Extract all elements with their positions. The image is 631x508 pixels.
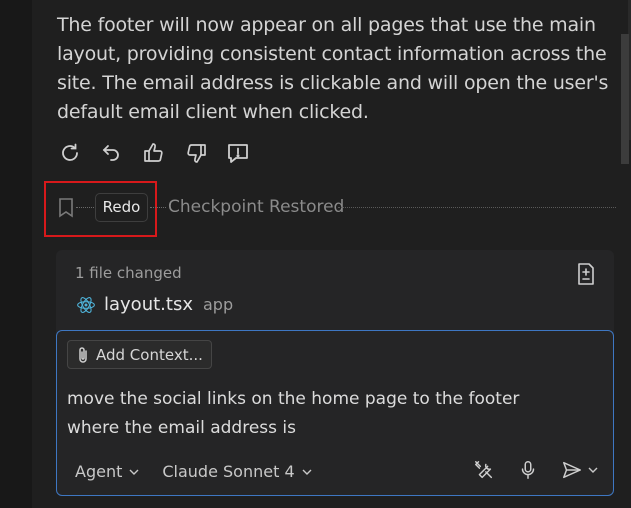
file-directory: app bbox=[202, 295, 234, 314]
scrollbar-thumb[interactable] bbox=[621, 34, 629, 164]
report-icon[interactable] bbox=[226, 141, 250, 165]
thumbs-down-icon[interactable] bbox=[184, 141, 208, 165]
model-dropdown[interactable]: Claude Sonnet 4 bbox=[162, 462, 312, 481]
diff-icon[interactable] bbox=[574, 262, 598, 286]
input-tools bbox=[473, 459, 599, 481]
prompt-line: where the email address is bbox=[67, 418, 296, 438]
checkpoint-divider bbox=[150, 207, 166, 208]
send-button[interactable] bbox=[561, 459, 599, 481]
add-context-label: Add Context... bbox=[96, 345, 203, 364]
chevron-down-icon[interactable] bbox=[587, 464, 599, 476]
checkpoint-divider bbox=[338, 207, 616, 208]
chevron-down-icon bbox=[302, 469, 312, 475]
input-toolbar: Agent Claude Sonnet 4 bbox=[75, 462, 313, 481]
checkpoint-row: Redo Checkpoint Restored bbox=[44, 181, 616, 237]
mode-dropdown[interactable]: Agent bbox=[75, 462, 140, 481]
undo-icon[interactable] bbox=[100, 141, 124, 165]
model-label: Claude Sonnet 4 bbox=[162, 462, 295, 481]
scrollbar-track[interactable] bbox=[617, 0, 631, 508]
send-icon bbox=[563, 461, 581, 479]
prompt-text[interactable]: move the social links on the home page t… bbox=[67, 385, 587, 443]
mode-label: Agent bbox=[75, 462, 123, 481]
thumbs-up-icon[interactable] bbox=[142, 141, 166, 165]
response-actions bbox=[58, 140, 250, 166]
checkpoint-divider bbox=[76, 207, 94, 208]
retry-icon[interactable] bbox=[58, 141, 82, 165]
file-name: layout.tsx bbox=[104, 294, 193, 315]
paperclip-icon bbox=[79, 346, 87, 363]
checkpoint-status: Checkpoint Restored bbox=[168, 197, 345, 217]
tools-icon[interactable] bbox=[473, 459, 495, 481]
assistant-response-text: The footer will now appear on all pages … bbox=[57, 14, 609, 123]
changed-files-panel: 1 file changed layout.tsx app bbox=[56, 250, 614, 334]
chevron-down-icon bbox=[129, 469, 139, 475]
microphone-icon[interactable] bbox=[517, 459, 539, 481]
bookmark-icon[interactable] bbox=[58, 198, 74, 218]
file-item[interactable]: layout.tsx app bbox=[76, 294, 233, 315]
redo-button[interactable]: Redo bbox=[95, 193, 148, 222]
react-file-icon bbox=[77, 296, 95, 313]
chat-input-box[interactable]: Add Context... move the social links on … bbox=[56, 330, 614, 496]
left-gutter bbox=[0, 0, 32, 508]
add-context-button[interactable]: Add Context... bbox=[67, 340, 212, 369]
files-changed-count: 1 file changed bbox=[75, 264, 182, 282]
prompt-line: move the social links on the home page t… bbox=[67, 389, 520, 409]
